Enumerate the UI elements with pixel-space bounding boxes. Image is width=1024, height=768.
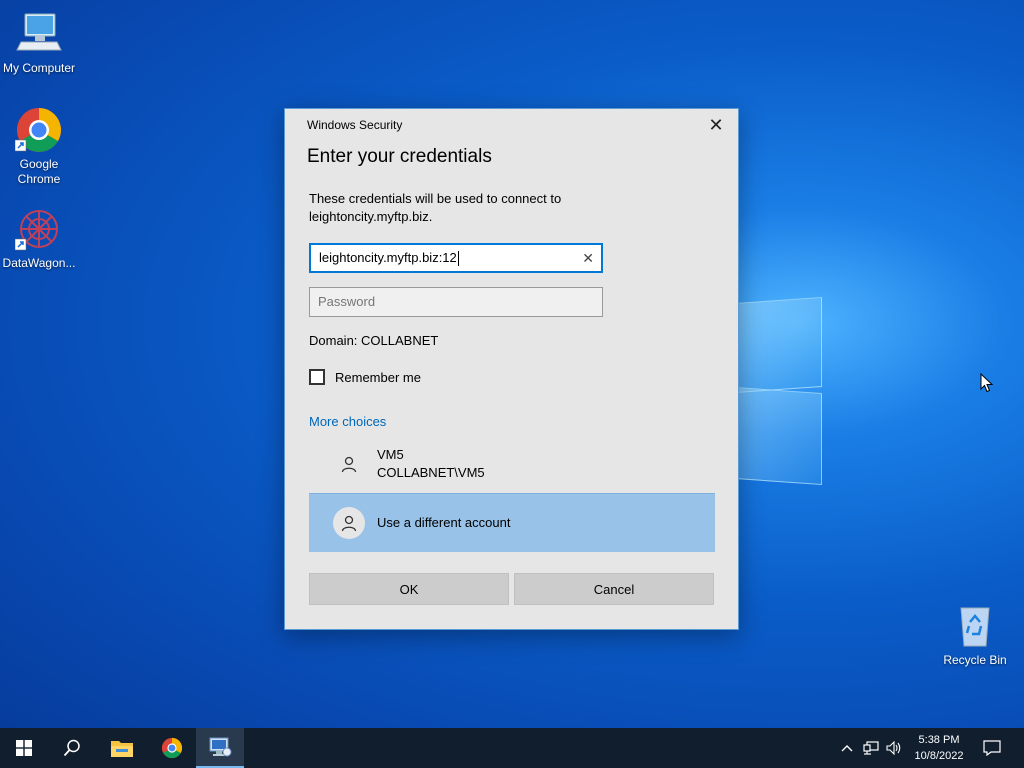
file-explorer-button[interactable] xyxy=(98,728,146,768)
remember-me-row[interactable]: Remember me xyxy=(309,367,421,387)
start-button[interactable] xyxy=(0,728,48,768)
remember-me-checkbox[interactable] xyxy=(309,369,325,385)
notification-icon xyxy=(983,740,1001,756)
domain-label: Domain: COLLABNET xyxy=(309,333,439,348)
windows-logo-wallpaper xyxy=(735,290,823,486)
close-button[interactable]: ✕ xyxy=(706,115,726,135)
network-icon xyxy=(863,741,879,755)
remote-desktop-icon xyxy=(209,737,232,757)
user-icon xyxy=(333,507,365,539)
search-button[interactable] xyxy=(48,728,96,768)
ok-button[interactable]: OK xyxy=(309,573,509,605)
account-option-different[interactable]: Use a different account xyxy=(309,493,715,552)
text-caret xyxy=(457,251,459,267)
chrome-icon xyxy=(161,737,183,759)
password-input[interactable]: Password xyxy=(309,287,603,317)
username-value: leightoncity.myftp.biz:12 xyxy=(319,250,457,265)
username-input[interactable]: leightoncity.myftp.biz:12 ✕ xyxy=(309,243,603,273)
taskbar: 5:38 PM 10/8/2022 xyxy=(0,728,1024,768)
password-placeholder: Password xyxy=(318,294,376,309)
desktop-icon-label: DataWagon... xyxy=(2,256,76,270)
chrome-icon xyxy=(14,106,63,154)
mouse-pointer-icon xyxy=(980,372,994,398)
chevron-up-icon xyxy=(841,745,853,752)
account-option-label: Use a different account xyxy=(377,515,511,530)
start-icon xyxy=(16,740,32,756)
desktop-icon-google-chrome[interactable]: Google Chrome xyxy=(0,106,78,187)
network-button[interactable] xyxy=(860,728,882,768)
clear-input-icon[interactable]: ✕ xyxy=(582,245,594,271)
datawagon-icon xyxy=(14,205,63,253)
clock-date: 10/8/2022 xyxy=(914,750,964,762)
close-icon: ✕ xyxy=(708,115,724,135)
user-icon xyxy=(333,448,365,480)
desktop-icon-label: My Computer xyxy=(2,61,76,75)
remember-me-label: Remember me xyxy=(335,369,421,385)
account-name: VM5 xyxy=(377,447,404,462)
search-icon xyxy=(63,739,80,757)
dialog-title: Windows Security xyxy=(307,118,403,132)
taskbar-clock[interactable]: 5:38 PM 10/8/2022 xyxy=(900,732,978,764)
desktop-icon-label: Google Chrome xyxy=(17,157,61,186)
desktop-icon-label: Recycle Bin xyxy=(943,653,1007,667)
remote-desktop-button[interactable] xyxy=(196,728,244,768)
clock-time: 5:38 PM xyxy=(918,734,960,746)
show-hidden-icons-button[interactable] xyxy=(838,728,856,768)
account-option-vm5[interactable]: VM5 COLLABNET\VM5 xyxy=(309,435,715,493)
cancel-button[interactable]: Cancel xyxy=(514,573,714,605)
desktop-icon-datawagon[interactable]: DataWagon... xyxy=(0,205,78,271)
chrome-taskbar-button[interactable] xyxy=(148,728,196,768)
more-choices-link[interactable]: More choices xyxy=(309,414,386,429)
computer-icon xyxy=(15,10,63,58)
file-explorer-icon xyxy=(111,741,133,757)
logo-pane-bottom xyxy=(735,386,822,486)
action-center-button[interactable] xyxy=(978,728,1006,768)
logo-pane-top xyxy=(735,296,822,394)
recycle-bin-icon xyxy=(951,602,999,650)
account-domain-user: COLLABNET\VM5 xyxy=(377,465,485,480)
windows-security-dialog: Windows Security ✕ Enter your credential… xyxy=(284,108,739,630)
dialog-heading: Enter your credentials xyxy=(307,146,492,167)
desktop-icon-recycle-bin[interactable]: Recycle Bin xyxy=(936,602,1014,668)
desktop-icon-my-computer[interactable]: My Computer xyxy=(0,10,78,76)
dialog-description: These credentials will be used to connec… xyxy=(309,191,562,224)
